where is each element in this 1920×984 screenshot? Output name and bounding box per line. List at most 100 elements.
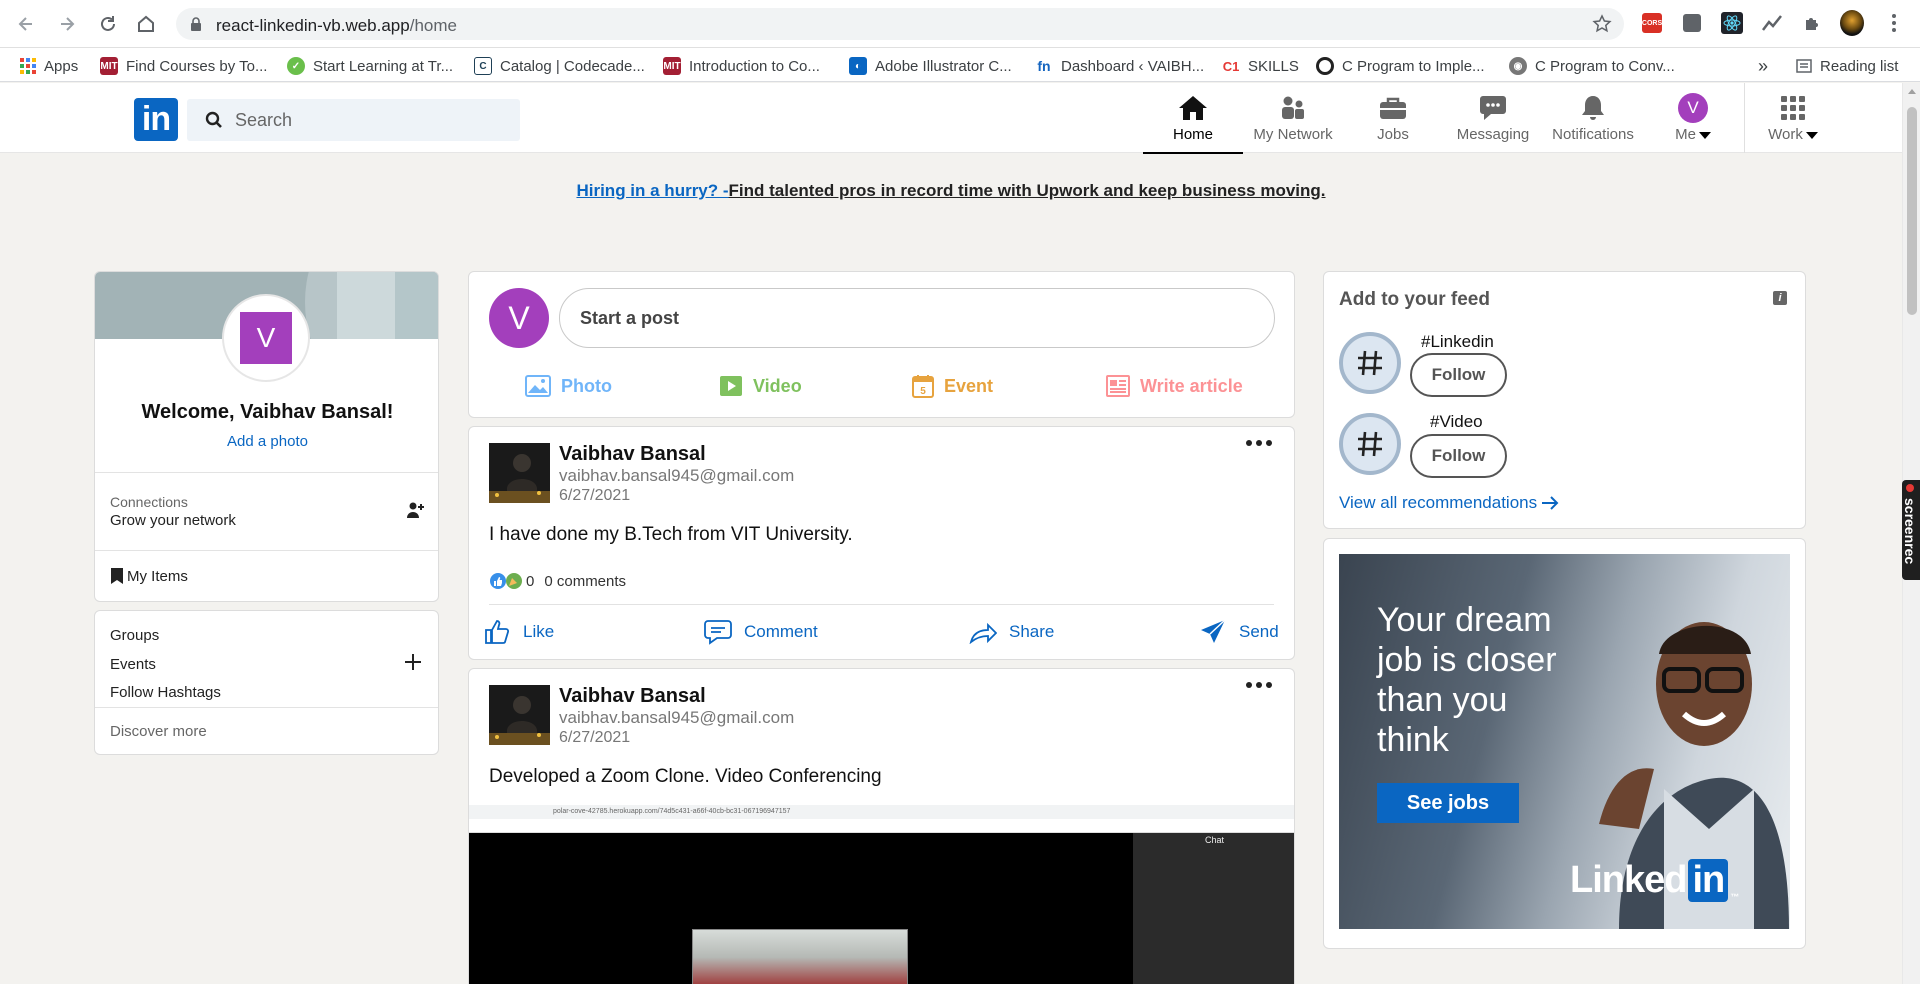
divider <box>489 604 1274 605</box>
codecademy-icon: C <box>474 57 492 75</box>
puzzle-extension-icon[interactable] <box>1680 11 1704 35</box>
banner-text[interactable]: Find talented pros in record time with U… <box>729 181 1326 200</box>
events-link[interactable]: Events <box>110 656 156 673</box>
bookmark-codecademy[interactable]: C Catalog | Codecade... <box>474 56 645 76</box>
linkedin-logo[interactable]: in <box>134 98 178 141</box>
more-options-icon[interactable] <box>1246 682 1272 688</box>
bookmark-apps[interactable]: Apps <box>20 56 78 76</box>
svg-text:5: 5 <box>920 386 926 397</box>
image-browser-bar: polar-cove-42785.herokuapp.com/74d5c431-… <box>469 805 1294 819</box>
cors-extension-icon[interactable]: CORS <box>1640 11 1664 35</box>
bookmark-find-courses[interactable]: MIT Find Courses by To... <box>100 56 267 76</box>
start-post-input[interactable]: Start a post <box>559 288 1275 348</box>
nav-work[interactable]: Work <box>1743 83 1843 153</box>
see-jobs-button[interactable]: See jobs <box>1377 783 1519 823</box>
back-arrow-icon <box>18 17 32 31</box>
globe-icon: ◉ <box>1509 57 1527 75</box>
bookmark-c-program-impl[interactable]: C Program to Imple... <box>1316 56 1485 76</box>
follow-hashtags-link[interactable]: Follow Hashtags <box>110 684 221 701</box>
reload-button[interactable] <box>96 12 120 36</box>
post-author-name[interactable]: Vaibhav Bansal <box>559 443 706 466</box>
browser-toolbar: react-linkedin-vb.web.app/home CORS <box>0 0 1920 48</box>
bookmark-skills[interactable]: C1 SKILLS <box>1222 56 1299 76</box>
linkedin-ad-logo: Linked in ™ <box>1570 859 1739 902</box>
bookmark-c-program-conv[interactable]: ◉ C Program to Conv... <box>1509 56 1675 76</box>
leaf-icon: ✓ <box>287 57 305 75</box>
follow-button[interactable]: Follow <box>1410 434 1507 478</box>
nav-notifications[interactable]: Notifications <box>1543 83 1643 153</box>
extensions-puzzle-icon[interactable] <box>1800 11 1824 35</box>
scroll-thumb[interactable] <box>1907 107 1917 315</box>
add-person-icon[interactable] <box>406 501 424 519</box>
hashtag-name[interactable]: #Linkedin <box>1421 332 1494 352</box>
screenrec-label[interactable]: screenrec <box>1902 498 1918 564</box>
nav-jobs[interactable]: Jobs <box>1343 83 1443 153</box>
address-bar[interactable]: react-linkedin-vb.web.app/home <box>176 8 1624 40</box>
more-bookmarks[interactable]: » <box>1758 56 1768 76</box>
bookmark-icon <box>111 568 123 584</box>
image-chat-panel <box>1133 833 1294 984</box>
profile-avatar[interactable] <box>1840 10 1864 36</box>
add-photo-link[interactable]: Add a photo <box>95 433 438 450</box>
forward-button[interactable] <box>55 12 79 36</box>
bookmark-intro[interactable]: MIT Introduction to Co... <box>663 56 820 76</box>
write-article-button[interactable]: Write article <box>1106 372 1243 400</box>
scroll-up-arrow-icon[interactable] <box>1908 89 1916 94</box>
event-button[interactable]: 5 Event <box>912 372 993 400</box>
image-chat-label: Chat <box>1205 835 1225 845</box>
search-box[interactable] <box>187 99 520 141</box>
briefcase-icon <box>1380 97 1406 119</box>
chevron-down-icon <box>1805 131 1818 139</box>
fn-icon: fn <box>1035 57 1053 75</box>
post-author-name[interactable]: Vaibhav Bansal <box>559 685 706 708</box>
groups-link[interactable]: Groups <box>110 627 159 644</box>
my-items[interactable]: My Items <box>110 567 188 585</box>
photo-button[interactable]: Photo <box>525 372 612 400</box>
nav-home[interactable]: Home <box>1143 83 1243 154</box>
post-text: I have done my B.Tech from VIT Universit… <box>489 524 853 545</box>
follow-button[interactable]: Follow <box>1410 353 1507 397</box>
grow-network-text[interactable]: Grow your network <box>110 512 236 529</box>
bookmark-start-learning[interactable]: ✓ Start Learning at Tr... <box>287 56 453 76</box>
banner-link[interactable]: Hiring in a hurry? - <box>576 181 728 200</box>
more-options-icon[interactable] <box>1246 440 1272 446</box>
hashtag-name[interactable]: #Video <box>1430 412 1483 432</box>
bookmark-dashboard[interactable]: fn Dashboard ‹ VAIBH... <box>1035 56 1204 76</box>
kebab-menu-icon[interactable] <box>1882 11 1906 35</box>
info-icon[interactable]: i <box>1773 291 1787 305</box>
send-button[interactable]: Send <box>1199 617 1279 647</box>
post-card: Vaibhav Bansal vaibhav.bansal945@gmail.c… <box>468 426 1295 660</box>
discover-more-link[interactable]: Discover more <box>110 723 207 740</box>
comment-count[interactable]: 0 comments <box>544 573 626 590</box>
plus-icon[interactable] <box>404 653 422 671</box>
video-button[interactable]: Video <box>719 372 802 400</box>
post-date: 6/27/2021 <box>559 487 631 504</box>
comment-button[interactable]: Comment <box>704 617 818 647</box>
thumbs-up-icon <box>485 620 510 644</box>
post-author-avatar[interactable] <box>489 685 550 745</box>
share-button[interactable]: Share <box>969 617 1054 647</box>
react-devtools-icon[interactable] <box>1720 11 1744 35</box>
profile-avatar[interactable]: V <box>240 312 292 364</box>
chart-extension-icon[interactable] <box>1760 11 1784 35</box>
bookmark-adobe[interactable]: ◐ Adobe Illustrator C... <box>849 56 1012 76</box>
nav-my-network[interactable]: My Network <box>1243 83 1343 153</box>
search-input[interactable] <box>235 99 505 141</box>
view-all-recommendations-link[interactable]: View all recommendations <box>1339 493 1559 513</box>
ad-image[interactable]: Your dream job is closer than you think … <box>1339 554 1790 929</box>
grid-icon <box>1781 96 1805 120</box>
reading-list[interactable]: Reading list <box>1796 56 1898 76</box>
back-button[interactable] <box>14 12 38 36</box>
home-button[interactable] <box>134 12 158 36</box>
calendar-icon: 5 <box>912 375 934 398</box>
post-author-avatar[interactable] <box>489 443 550 503</box>
chat-bubble-icon <box>1480 96 1506 120</box>
post-image[interactable]: polar-cove-42785.herokuapp.com/74d5c431-… <box>469 805 1294 984</box>
like-button[interactable]: Like <box>483 617 554 647</box>
nav-me[interactable]: V Me <box>1643 83 1743 153</box>
ad-banner: Hiring in a hurry? -Find talented pros i… <box>0 181 1902 201</box>
connections-label[interactable]: Connections <box>110 494 188 510</box>
post-card: Vaibhav Bansal vaibhav.bansal945@gmail.c… <box>468 668 1295 984</box>
nav-messaging[interactable]: Messaging <box>1443 83 1543 153</box>
groups-card: Groups Events Follow Hashtags Discover m… <box>94 610 439 755</box>
